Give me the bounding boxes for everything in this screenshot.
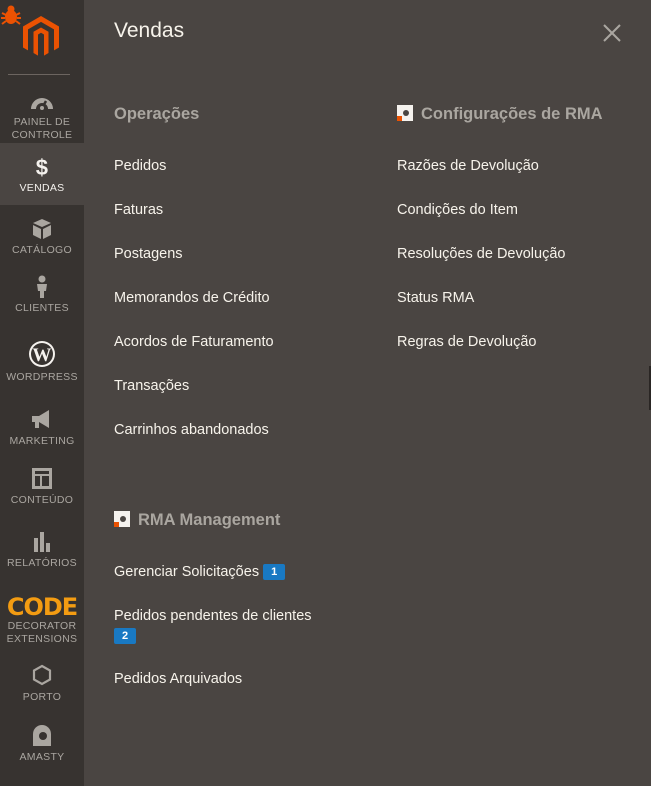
- sidebar-item-label: CONTEÚDO: [10, 494, 74, 506]
- amasty-icon: [27, 724, 57, 748]
- bug-icon: [1, 5, 21, 25]
- magento-logo-icon[interactable]: [23, 16, 59, 58]
- section-title-text: RMA Management: [138, 511, 281, 529]
- sidebar-item-label: CATÁLOGO: [12, 244, 72, 256]
- sidebar-item-label: MARKETING: [9, 435, 75, 447]
- admin-sidebar: PAINEL DE CONTROLE $ VENDAS CATÁLOGO CLIE…: [0, 0, 84, 786]
- sidebar-item-porto[interactable]: PORTO: [0, 664, 84, 704]
- sidebar-item-label: RELATÓRIOS: [7, 557, 77, 569]
- person-icon: [27, 275, 57, 299]
- svg-text:W: W: [32, 345, 51, 366]
- box-icon: [27, 217, 57, 241]
- sidebar-item-label: AMASTY: [19, 751, 65, 763]
- link-credit-memos[interactable]: Memorandos de Crédito: [114, 290, 270, 306]
- link-archived-requests[interactable]: Pedidos Arquivados: [114, 671, 242, 687]
- sidebar-item-wordpress[interactable]: W WORDPRESS: [0, 340, 84, 384]
- bar-chart-icon: [27, 530, 57, 554]
- close-button[interactable]: [600, 21, 624, 45]
- link-manage-requests[interactable]: Gerenciar Solicitações 1: [114, 564, 286, 580]
- sidebar-item-sales[interactable]: $ VENDAS: [0, 143, 84, 205]
- count-badge: 2: [114, 628, 137, 644]
- section-title-rma-config: Configurações de RMA: [397, 105, 603, 124]
- amasty-icon: [397, 105, 413, 121]
- link-return-reasons[interactable]: Razões de Devolução: [397, 158, 539, 174]
- sidebar-item-reports[interactable]: RELATÓRIOS: [0, 530, 84, 570]
- link-orders[interactable]: Pedidos: [114, 158, 166, 174]
- link-return-rules[interactable]: Regras de Devolução: [397, 334, 536, 350]
- link-invoices[interactable]: Faturas: [114, 202, 163, 218]
- section-title-operations: Operações: [114, 105, 200, 123]
- section-title-rma-management: RMA Management: [114, 511, 280, 530]
- sidebar-item-amasty[interactable]: AMASTY: [0, 724, 84, 764]
- link-pending-customer-requests[interactable]: Pedidos pendentes de clientes 2: [114, 608, 312, 644]
- link-shipments[interactable]: Postagens: [114, 246, 183, 262]
- sidebar-item-label: CLIENTES: [15, 302, 69, 314]
- sidebar-item-dashboard[interactable]: PAINEL DE CONTROLE: [0, 91, 84, 141]
- link-label: Gerenciar Solicitações: [114, 564, 260, 580]
- sidebar-item-code-decorator[interactable]: CODE DECORATOR EXTENSIONS: [0, 594, 84, 645]
- sidebar-item-catalog[interactable]: CATÁLOGO: [0, 217, 84, 257]
- dashboard-icon: [27, 91, 57, 115]
- sidebar-item-content[interactable]: CONTEÚDO: [0, 467, 84, 507]
- link-abandoned-carts[interactable]: Carrinhos abandonados: [114, 422, 269, 438]
- dollar-icon: $: [27, 155, 57, 179]
- sidebar-item-marketing[interactable]: MARKETING: [0, 408, 84, 448]
- link-transactions[interactable]: Transações: [114, 378, 189, 394]
- sales-submenu-panel: Vendas Operações Pedidos Faturas Postage…: [84, 0, 651, 786]
- close-icon: [603, 24, 621, 42]
- sidebar-item-customers[interactable]: CLIENTES: [0, 275, 84, 315]
- link-rma-status[interactable]: Status RMA: [397, 290, 474, 306]
- sidebar-item-label: PAINEL DE CONTROLE: [11, 116, 73, 141]
- code-decorator-logo: CODE: [6, 593, 78, 621]
- logo-area: [0, 0, 84, 76]
- layout-icon: [27, 467, 57, 491]
- count-badge: 1: [263, 564, 286, 580]
- sidebar-item-label: DECORATOR EXTENSIONS: [6, 620, 78, 645]
- logo-divider: [8, 74, 70, 75]
- link-return-resolutions[interactable]: Resoluções de Devolução: [397, 246, 565, 262]
- hexagon-icon: [27, 664, 57, 688]
- link-label: Pedidos pendentes de clientes: [114, 608, 312, 624]
- svg-text:$: $: [36, 155, 49, 179]
- wordpress-icon: W: [27, 340, 57, 368]
- sidebar-item-label: VENDAS: [19, 182, 65, 194]
- sidebar-item-label: WORDPRESS: [6, 371, 78, 383]
- panel-title: Vendas: [114, 19, 185, 42]
- link-item-conditions[interactable]: Condições do Item: [397, 202, 518, 218]
- amasty-icon: [114, 511, 130, 527]
- megaphone-icon: [27, 408, 57, 432]
- section-title-text: Configurações de RMA: [421, 105, 603, 123]
- sidebar-item-label: PORTO: [22, 691, 62, 703]
- link-billing-agreements[interactable]: Acordos de Faturamento: [114, 334, 274, 350]
